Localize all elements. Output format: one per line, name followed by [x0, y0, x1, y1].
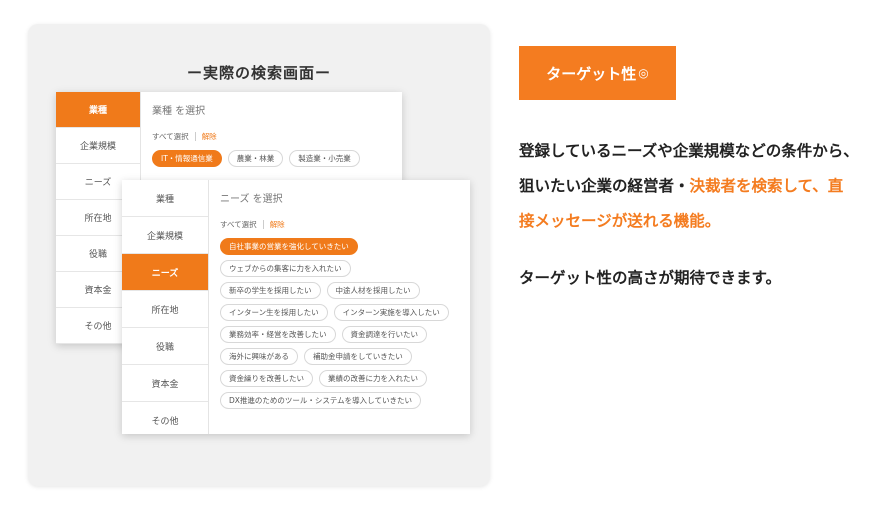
- select-row: すべて選択 解除: [220, 219, 458, 230]
- chip-option[interactable]: 業績の改善に力を入れたい: [319, 370, 427, 387]
- sidebar-item-company-size[interactable]: 企業規模: [122, 217, 208, 254]
- chip-group: 自社事業の営業を強化していきたい ウェブからの集客に力を入れたい 新卒の学生を採…: [220, 238, 458, 409]
- sidebar-item-industry[interactable]: 業種: [122, 180, 208, 217]
- chip-option[interactable]: 資金繰りを改善したい: [220, 370, 313, 387]
- sidebar-item-industry[interactable]: 業種: [56, 92, 140, 128]
- chip-option[interactable]: 製造業・小売業: [289, 150, 360, 167]
- sidebar-item-capital[interactable]: 資本金: [122, 365, 208, 402]
- content-title: 業種 を選択: [152, 106, 206, 117]
- clear-link[interactable]: 解除: [262, 220, 285, 229]
- chip-option[interactable]: 農業・林業: [227, 150, 284, 167]
- sidebar-item-needs[interactable]: ニーズ: [122, 254, 208, 291]
- chip-option[interactable]: IT・情報通信業: [152, 150, 222, 167]
- target-badge: ターゲット性 ◎: [519, 46, 676, 100]
- chip-option[interactable]: ウェブからの集客に力を入れたい: [220, 260, 351, 277]
- sidebar-item-position[interactable]: 役職: [122, 328, 208, 365]
- expectation-note: ターゲット性の高さが期待できます。: [519, 269, 781, 287]
- chip-option[interactable]: 中途人材を採用したい: [326, 282, 420, 299]
- select-all-link[interactable]: すべて選択: [220, 220, 257, 229]
- chip-option[interactable]: インターン実施を導入したい: [333, 304, 449, 321]
- filter-content: ニーズ を選択 すべて選択 解除 自社事業の営業を強化していきたい ウェブからの集…: [208, 180, 470, 434]
- target-badge-label: ターゲット性: [546, 64, 637, 83]
- chip-option[interactable]: 補助金申請をしていきたい: [304, 348, 412, 365]
- chip-option[interactable]: 海外に興味がある: [220, 348, 298, 365]
- select-all-link[interactable]: すべて選択: [152, 132, 189, 141]
- chip-option[interactable]: インターン生を採用したい: [220, 304, 328, 321]
- sidebar-item-location[interactable]: 所在地: [122, 291, 208, 328]
- clear-link[interactable]: 解除: [194, 132, 217, 141]
- search-panel-needs: 業種 企業規模 ニーズ 所在地 役職 資本金 その他 ニーズ を選択 すべて選択…: [122, 180, 470, 434]
- screenshot-title: ー実際の検索画面ー: [186, 64, 331, 82]
- description-line: 登録しているニーズや企業規模などの条件から、: [519, 142, 859, 160]
- description-line: 接メッセージが送れる機能。: [519, 212, 721, 230]
- chip-option[interactable]: DX推進のためのツール・システムを導入していきたい: [220, 392, 421, 409]
- double-circle-icon: ◎: [638, 66, 649, 80]
- sidebar-item-other[interactable]: その他: [122, 402, 208, 434]
- select-row: すべて選択 解除: [152, 131, 390, 142]
- content-title: ニーズ を選択: [220, 194, 283, 205]
- chip-option[interactable]: 新卒の学生を採用したい: [220, 282, 321, 299]
- feature-description: 登録しているニーズや企業規模などの条件から、 狙いたい企業の経営者・決裁者を検索…: [519, 134, 881, 239]
- sidebar-item-company-size[interactable]: 企業規模: [56, 128, 140, 164]
- chip-option[interactable]: 業務効率・経営を改善したい: [220, 326, 336, 343]
- description-line: 狙いたい企業の経営者・決裁者を検索して、直: [519, 177, 844, 195]
- filter-sidebar: 業種 企業規模 ニーズ 所在地 役職 資本金 その他: [122, 180, 209, 434]
- chip-option[interactable]: 自社事業の営業を強化していきたい: [220, 238, 358, 255]
- chip-group: IT・情報通信業 農業・林業 製造業・小売業: [152, 150, 390, 167]
- chip-option[interactable]: 資金調達を行いたい: [341, 326, 427, 343]
